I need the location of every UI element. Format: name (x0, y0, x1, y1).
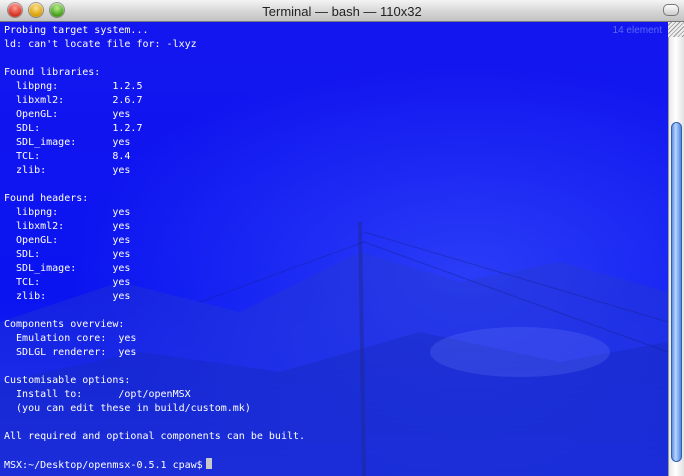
terminal-line-text: SDLGL renderer: yes (4, 347, 137, 358)
terminal-line: Probing target system... (4, 24, 305, 38)
terminal-line: OpenGL: yes (4, 108, 305, 122)
terminal-line-text: SDL_image: yes (4, 137, 131, 148)
terminal-window: Terminal — bash — 110x32 14 element Prob… (0, 0, 684, 476)
terminal-line: SDL_image: yes (4, 136, 305, 150)
terminal-line-text: SDL_image: yes (4, 263, 131, 274)
terminal-line-text: MSX:~/Desktop/openmsx-0.5.1 cpaw$ (4, 460, 203, 471)
prompt-line: MSX:~/Desktop/openmsx-0.5.1 cpaw$ (4, 458, 305, 472)
terminal-line: TCL: 8.4 (4, 150, 305, 164)
terminal-line-text: libpng: 1.2.5 (4, 81, 143, 92)
terminal-line: OpenGL: yes (4, 234, 305, 248)
terminal-line-text: All required and optional components can… (4, 431, 306, 442)
terminal-line-text: OpenGL: yes (4, 109, 131, 120)
terminal-output: Probing target system... ld: can't locate… (4, 24, 305, 472)
terminal-line: TCL: yes (4, 276, 305, 290)
desktop-overlay-label: 14 element (613, 25, 662, 37)
text-cursor-icon (205, 458, 212, 469)
terminal-line-text: OpenGL: yes (4, 235, 131, 246)
terminal-line: Customisable options: (4, 374, 305, 388)
terminal-line-text: Customisable options: (4, 375, 131, 386)
terminal-line: Found headers: (4, 192, 305, 206)
terminal-line-text: libxml2: 2.6.7 (4, 95, 143, 106)
terminal-line: SDLGL renderer: yes (4, 346, 305, 360)
terminal-line-text: ld: can't locate file for: -lxyz (4, 39, 197, 50)
terminal-line: ld: can't locate file for: -lxyz (4, 38, 305, 52)
terminal-line-text: zlib: yes (4, 165, 131, 176)
vertical-scrollbar[interactable] (668, 22, 684, 476)
terminal-line-text: Found libraries: (4, 67, 101, 78)
scrollbar-thumb[interactable] (671, 122, 682, 462)
terminal-content[interactable]: 14 element Probing target system... ld: c… (0, 22, 668, 476)
terminal-line-text: TCL: yes (4, 277, 131, 288)
terminal-line-text: Found headers: (4, 193, 89, 204)
terminal-line: libpng: 1.2.5 (4, 80, 305, 94)
terminal-line-text: libpng: yes (4, 207, 131, 218)
toolbar-toggle-button[interactable] (663, 4, 679, 16)
window-title: Terminal — bash — 110x32 (262, 4, 422, 19)
title-bar[interactable]: Terminal — bash — 110x32 (0, 0, 684, 22)
terminal-line-text: zlib: yes (4, 291, 131, 302)
terminal-line-text: (you can edit these in build/custom.mk) (4, 403, 251, 414)
terminal-line: zlib: yes (4, 290, 305, 304)
terminal-line-text: TCL: 8.4 (4, 151, 131, 162)
terminal-line-text: Emulation core: yes (4, 333, 137, 344)
terminal-line-text: SDL: 1.2.7 (4, 123, 143, 134)
terminal-line: Emulation core: yes (4, 332, 305, 346)
resize-grip-icon[interactable] (668, 22, 684, 37)
terminal-line: SDL: 1.2.7 (4, 122, 305, 136)
terminal-line-text: Probing target system... (4, 25, 149, 36)
terminal-line-text: Install to: /opt/openMSX (4, 389, 191, 400)
overlay-line-1: 14 element (612, 25, 662, 36)
terminal-line: SDL_image: yes (4, 262, 305, 276)
terminal-line: SDL: yes (4, 248, 305, 262)
terminal-line-text: libxml2: yes (4, 221, 131, 232)
terminal-line: Found libraries: (4, 66, 305, 80)
terminal-line: (you can edit these in build/custom.mk) (4, 402, 305, 416)
terminal-line: libpng: yes (4, 206, 305, 220)
terminal-line: Components overview: (4, 318, 305, 332)
terminal-line: libxml2: 2.6.7 (4, 94, 305, 108)
terminal-line-text: SDL: yes (4, 249, 131, 260)
terminal-line: All required and optional components can… (4, 430, 305, 444)
terminal-line: Install to: /opt/openMSX (4, 388, 305, 402)
terminal-line: libxml2: yes (4, 220, 305, 234)
terminal-line-text: Components overview: (4, 319, 125, 330)
terminal-line: zlib: yes (4, 164, 305, 178)
